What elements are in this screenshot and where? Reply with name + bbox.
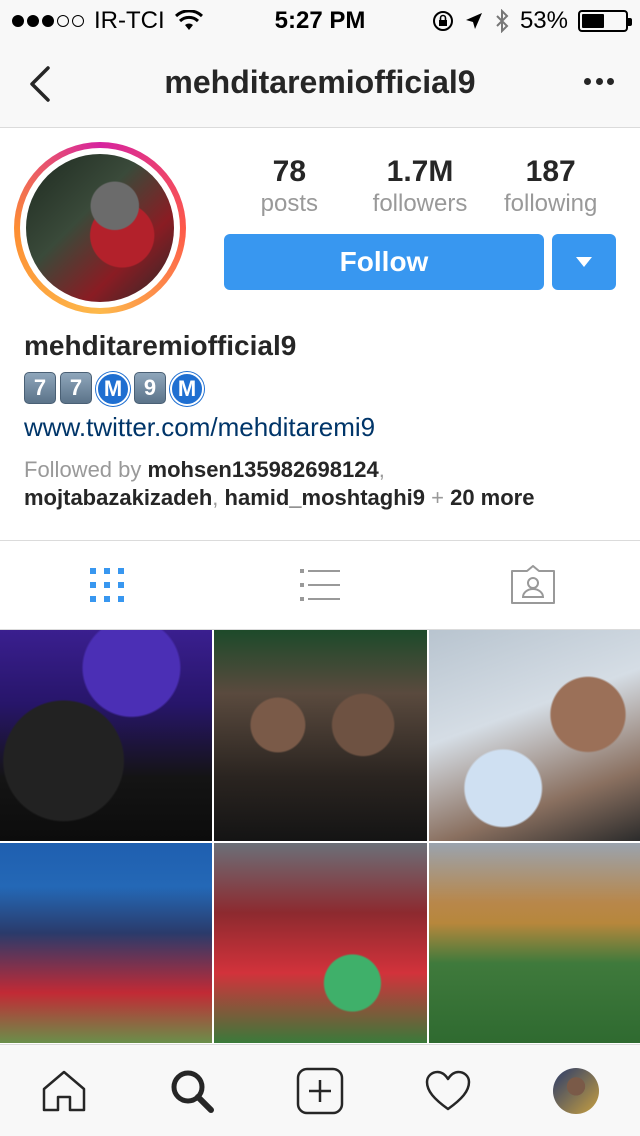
location-arrow-icon xyxy=(465,13,482,29)
post-thumbnail[interactable] xyxy=(214,630,427,841)
post-thumbnail[interactable] xyxy=(0,843,212,1043)
tab-home[interactable] xyxy=(0,1045,128,1136)
followers-label: followers xyxy=(372,190,468,217)
followed-by-plus: + xyxy=(425,485,451,510)
following-label: following xyxy=(503,190,598,217)
chevron-down-icon xyxy=(576,257,592,267)
following-count: 187 xyxy=(525,155,576,188)
tagged-user-icon xyxy=(510,565,555,604)
post-thumbnail[interactable] xyxy=(429,630,640,841)
more-options-icon[interactable] xyxy=(584,76,614,88)
followers-count: 1.7M xyxy=(386,155,454,188)
posts-label: posts xyxy=(260,190,319,217)
avatar-photo xyxy=(26,154,174,302)
tab-profile[interactable] xyxy=(512,1045,640,1136)
profile-name: mehditaremiofficial9 xyxy=(24,330,297,361)
page-title: mehditaremiofficial9 xyxy=(164,64,476,100)
bio-emoji: 7 7 M 9 M xyxy=(24,372,204,406)
battery-icon xyxy=(578,10,632,32)
add-post-icon xyxy=(296,1067,344,1115)
tab-activity[interactable] xyxy=(384,1045,512,1136)
tab-grid-view[interactable] xyxy=(0,541,213,629)
rotation-lock-icon xyxy=(432,11,453,31)
tab-search[interactable] xyxy=(128,1045,256,1136)
bio-link[interactable]: www.twitter.com/mehditaremi9 xyxy=(24,412,375,443)
post-thumbnail[interactable] xyxy=(429,843,640,1043)
follower-user[interactable]: mohsen135982698124 xyxy=(148,457,379,482)
list-icon xyxy=(299,569,340,601)
battery-percent: 53% xyxy=(519,7,568,34)
photo-grid xyxy=(0,630,640,1044)
grid-icon xyxy=(89,568,124,602)
bluetooth-icon xyxy=(496,9,509,33)
followed-by: Followed by mohsen135982698124, mojtabaz… xyxy=(24,457,535,510)
tab-list-view[interactable] xyxy=(213,541,426,629)
profile-avatar-small xyxy=(553,1068,599,1114)
follower-user[interactable]: mojtabazakizadeh xyxy=(24,485,212,510)
keycap-seven-emoji: 7 xyxy=(24,372,56,404)
posts-count: 78 xyxy=(272,155,307,188)
heart-icon xyxy=(425,1070,471,1111)
post-thumbnail[interactable] xyxy=(0,630,212,841)
tab-add[interactable] xyxy=(256,1045,384,1136)
stat-followers[interactable]: 1.7M followers xyxy=(355,154,486,218)
stat-following[interactable]: 187 following xyxy=(485,154,616,218)
nav-bar: mehditaremiofficial9 xyxy=(0,40,640,128)
home-icon xyxy=(42,1070,86,1112)
stat-posts[interactable]: 78 posts xyxy=(224,154,355,218)
view-toggle-bar xyxy=(0,540,640,630)
keycap-seven-emoji: 7 xyxy=(60,372,92,404)
circled-m-emoji: M xyxy=(170,372,204,406)
search-icon xyxy=(171,1070,214,1113)
bottom-tab-bar xyxy=(0,1044,640,1136)
keycap-nine-emoji: 9 xyxy=(134,372,166,404)
followed-by-more[interactable]: 20 more xyxy=(450,485,534,510)
followed-by-prefix: Followed by xyxy=(24,457,148,482)
circled-m-emoji: M xyxy=(96,372,130,406)
profile-avatar[interactable] xyxy=(14,142,186,314)
status-bar: IR-TCI 5:27 PM 53% xyxy=(0,0,640,40)
profile-stats: 78 posts 1.7M followers 187 following xyxy=(224,154,616,218)
follow-button[interactable]: Follow xyxy=(224,234,544,290)
suggested-dropdown-button[interactable] xyxy=(552,234,616,290)
post-thumbnail[interactable] xyxy=(214,843,427,1043)
follower-user[interactable]: hamid_moshtaghi9 xyxy=(225,485,425,510)
tab-tagged-view[interactable] xyxy=(426,541,639,629)
